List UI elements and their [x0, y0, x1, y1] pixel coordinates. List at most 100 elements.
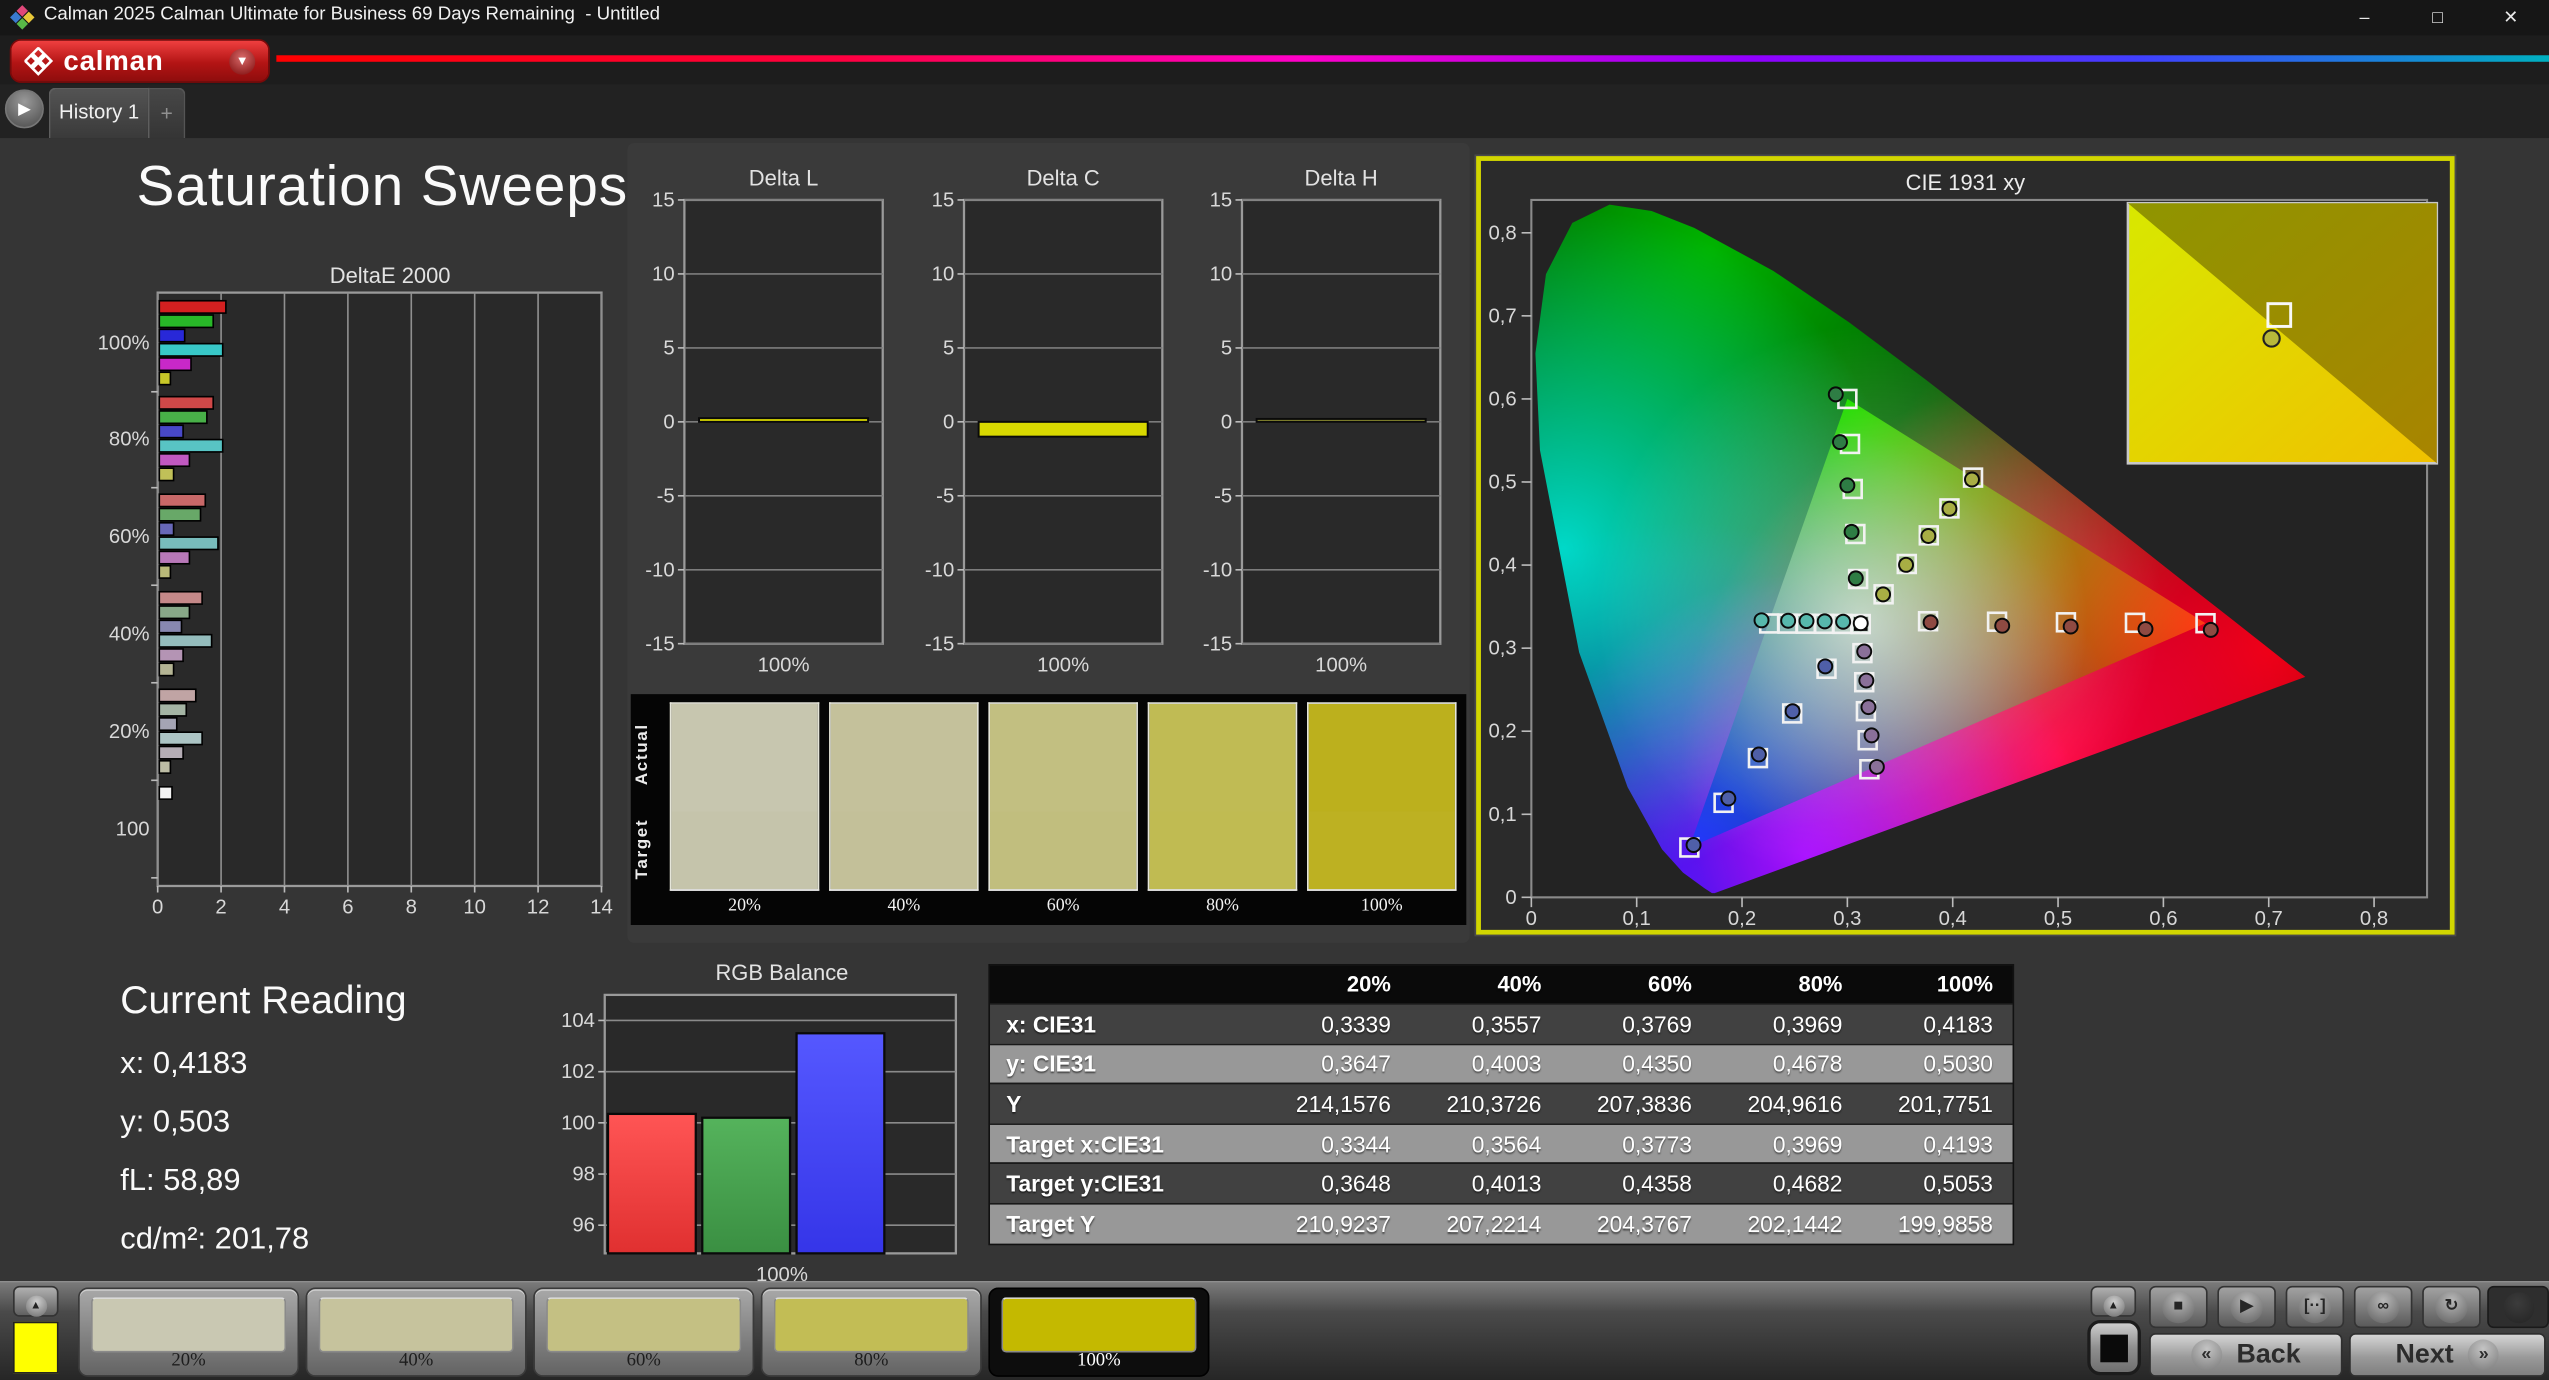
svg-text:0,1: 0,1	[1488, 804, 1516, 826]
table-cell: 0,3969	[1772, 1130, 1843, 1157]
target-row-label: Target	[632, 818, 652, 879]
maximize-button[interactable]: □	[2401, 0, 2474, 36]
actual-target-swatch	[1147, 702, 1298, 891]
svg-text:5: 5	[1221, 337, 1232, 359]
calman-menu-button[interactable]: calman ▼	[9, 39, 270, 83]
svg-text:0,1: 0,1	[1623, 908, 1651, 930]
actual-target-swatch	[1307, 702, 1457, 891]
svg-text:98: 98	[572, 1164, 595, 1186]
tab-history-1[interactable]: History 1	[48, 87, 150, 139]
svg-text:10: 10	[1210, 263, 1233, 285]
pattern-window-button[interactable]	[2487, 1285, 2549, 1329]
svg-text:15: 15	[1210, 189, 1233, 211]
table-row: Target x:CIE31 0,3344 0,3564 0,3773 0,3969 0,…	[990, 1122, 2013, 1163]
swatch-column-80%: 80%	[1147, 702, 1298, 915]
table-cell: 201,7751	[1898, 1090, 1993, 1117]
table-cell: 0,3564	[1471, 1130, 1542, 1157]
row-label: Target x:CIE31	[1006, 1130, 1164, 1157]
expand-patterns-button[interactable]: ▲	[13, 1285, 59, 1317]
play-icon: ▶	[2230, 1290, 2263, 1324]
table-cell: 0,4682	[1772, 1170, 1843, 1197]
transport-refresh-button[interactable]: ↻	[2422, 1285, 2481, 1329]
svg-text:20%: 20%	[109, 721, 150, 743]
next-button[interactable]: Next »	[2349, 1333, 2546, 1377]
svg-text:Delta L: Delta L	[749, 165, 819, 190]
swatch-column-20%: 20%	[669, 702, 820, 915]
svg-text:14: 14	[590, 897, 613, 919]
next-label: Next	[2395, 1339, 2454, 1369]
table-cell: 202,1442	[1747, 1210, 1843, 1237]
table-cell: 204,9616	[1747, 1090, 1843, 1117]
pattern-bar: ▲ 20% 40% 60% 80% 100% ▲ ■ ▶ [··] ∞ ↻ « Back…	[0, 1280, 2549, 1380]
app-window: Calman 2025 Calman Ultimate for Business…	[0, 0, 2549, 1380]
table-cell: 207,2214	[1446, 1210, 1542, 1237]
arrow-up-icon: ▲	[25, 1295, 47, 1317]
svg-text:0,7: 0,7	[1488, 305, 1516, 327]
svg-text:5: 5	[663, 337, 674, 359]
rgb-balance-chart: RGB Balance 104 102 100 98 96 100%	[553, 959, 969, 1292]
transport-range-button[interactable]: [··]	[2285, 1285, 2345, 1329]
pattern-tile-swatch	[1001, 1297, 1197, 1353]
pattern-tile-label: 100%	[1077, 1350, 1121, 1371]
table-cell: 0,3339	[1321, 1010, 1391, 1037]
calman-diamond-icon	[24, 46, 54, 76]
pattern-tile-60%[interactable]: 60%	[533, 1287, 755, 1377]
actual-row-label: Actual	[632, 723, 652, 786]
svg-text:100%: 100%	[1315, 654, 1367, 676]
column-header: 80%	[1798, 972, 1843, 997]
table-cell: 0,3969	[1772, 1010, 1843, 1037]
svg-text:10: 10	[652, 263, 675, 285]
main-content: Saturation Sweeps DeltaE 2000 0 2 4 6 8 10 12 14…	[0, 138, 2549, 1286]
current-pattern-swatch[interactable]	[13, 1321, 59, 1374]
table-cell: 0,3344	[1321, 1130, 1391, 1157]
measurement-table: 20% 40% 60% 80% 100% x: CIE31 0,3339 0,3557 0,37…	[988, 963, 2015, 1245]
pattern-tile-40%[interactable]: 40%	[305, 1287, 527, 1377]
pattern-tile-80%[interactable]: 80%	[760, 1287, 982, 1377]
svg-text:0,8: 0,8	[1488, 222, 1516, 244]
minimize-button[interactable]: –	[2328, 0, 2401, 36]
transport-infinite-button[interactable]: ∞	[2353, 1285, 2413, 1329]
delta-l-chart: Delta L 15 10 5 0 -5 -10 -15 100%	[634, 163, 894, 683]
svg-text:0,6: 0,6	[2149, 908, 2177, 930]
transport-stop-button[interactable]: ■	[2149, 1285, 2208, 1329]
svg-text:2: 2	[215, 897, 226, 919]
svg-text:5: 5	[943, 337, 954, 359]
add-tab-button[interactable]: +	[149, 87, 186, 139]
svg-text:0: 0	[943, 411, 954, 433]
pattern-window-icon	[2503, 1292, 2535, 1324]
transport-play-button[interactable]: ▶	[2217, 1285, 2276, 1329]
table-cell: 0,3557	[1471, 1010, 1542, 1037]
swatch-column-60%: 60%	[988, 702, 1138, 915]
svg-text:10: 10	[463, 897, 486, 919]
infinite-icon: ∞	[2366, 1290, 2400, 1324]
pattern-tile-20%[interactable]: 20%	[78, 1287, 300, 1377]
tab-bar: ▶ History 1 + X-Rite i1Pro 2 Direct View…	[0, 84, 2549, 221]
column-header: 40%	[1497, 972, 1542, 997]
table-cell: 0,5053	[1923, 1170, 1993, 1197]
delta-h-chart: Delta H 15 10 5 0 -5 -10 -15 100%	[1192, 163, 1452, 683]
svg-text:-10: -10	[1203, 559, 1232, 581]
cie-1931-panel: CIE 1931 xy 0 0,1 0,2 0,3 0,4 0,5 0,6 0,7 0,8 0 0,…	[1474, 154, 2457, 937]
svg-text:-15: -15	[925, 633, 954, 655]
expand-controls-button[interactable]: ▲	[2090, 1285, 2137, 1317]
chevron-down-icon: ▼	[229, 47, 256, 74]
table-cell: 199,9858	[1898, 1210, 1993, 1237]
window-title: Calman 2025 Calman Ultimate for Business…	[43, 4, 661, 25]
session-play-button[interactable]: ▶	[4, 89, 44, 129]
svg-text:0: 0	[1505, 887, 1516, 909]
pattern-tile-swatch	[773, 1297, 969, 1353]
svg-text:15: 15	[932, 189, 955, 211]
deltae-2000-chart: DeltaE 2000 0 2 4 6 8 10 12 14 100% 80% 60% 40% 20% 10…	[81, 260, 626, 927]
svg-text:-5: -5	[936, 485, 954, 507]
svg-text:40%: 40%	[109, 623, 150, 645]
back-button[interactable]: « Back	[2149, 1333, 2343, 1377]
pattern-tile-100%[interactable]: 100%	[988, 1287, 1210, 1377]
svg-text:-5: -5	[657, 485, 675, 507]
reading-cdm2: cd/m²: 201,78	[120, 1222, 310, 1257]
swatch-label: 60%	[1046, 895, 1080, 916]
stop-measurement-button[interactable]	[2087, 1320, 2141, 1376]
svg-text:0,3: 0,3	[1833, 908, 1861, 930]
close-button[interactable]: ✕	[2474, 0, 2547, 36]
table-cell: 210,9237	[1295, 1210, 1391, 1237]
svg-text:80%: 80%	[109, 428, 150, 450]
